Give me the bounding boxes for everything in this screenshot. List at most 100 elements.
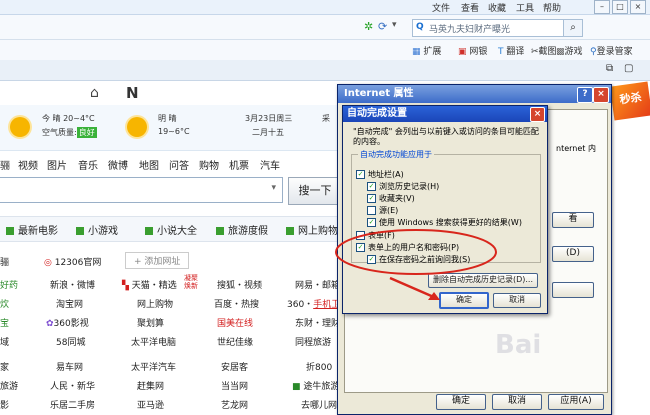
promo-badge[interactable]: 凝聚焕新 xyxy=(184,274,204,290)
site-link[interactable]: 聚划算 xyxy=(137,316,164,329)
ok-button[interactable]: 确定 xyxy=(436,394,486,410)
site-link[interactable]: 旅游 xyxy=(0,379,18,392)
toolbar-translate[interactable]: T 翻译 xyxy=(498,44,524,57)
site-link[interactable]: 去哪儿网 xyxy=(301,398,337,411)
nav-link[interactable]: 购物 xyxy=(199,157,219,172)
highlight-ellipse xyxy=(335,229,497,275)
dropdown-icon[interactable]: ▾ xyxy=(392,20,397,30)
n-icon[interactable]: N xyxy=(126,84,139,102)
menu-tools[interactable]: 工具 xyxy=(516,1,534,14)
side-label: nternet 内 xyxy=(556,144,596,153)
site-link[interactable]: 搜狐・视频 xyxy=(217,278,262,291)
close-icon[interactable]: × xyxy=(593,87,609,103)
site-link[interactable]: 域 xyxy=(0,335,9,348)
search-input[interactable]: Q 马英九夫妇财产曝光 xyxy=(412,19,564,37)
site-link[interactable]: 国美在线 xyxy=(217,316,253,329)
flower-icon: ✿ xyxy=(46,319,54,329)
site-link[interactable]: 影 xyxy=(0,398,9,411)
site-link[interactable]: 同程旅游 xyxy=(295,335,331,348)
cart-icon xyxy=(286,227,294,235)
site-link[interactable]: 当当网 xyxy=(221,379,248,392)
minimize-icon[interactable]: – xyxy=(594,0,610,14)
tuniu-icon: ■ xyxy=(292,382,301,392)
main-search-button[interactable]: 搜一下 xyxy=(288,177,342,205)
apply-button[interactable]: 应用(A) xyxy=(548,394,604,410)
menu-file[interactable]: 文件 xyxy=(432,1,450,14)
close-icon[interactable]: × xyxy=(530,107,545,122)
checkbox-address-bar[interactable]: ✓ 地址栏(A) xyxy=(356,169,404,180)
add-site-button[interactable]: + 添加网址 xyxy=(125,252,190,269)
toolbar-screenshot[interactable]: ✂截图 xyxy=(531,44,557,57)
home-icon[interactable]: ⌂ xyxy=(90,85,99,101)
annotation-arrow-shaft xyxy=(389,276,437,300)
site-link[interactable]: 好药 xyxy=(0,278,18,291)
site-link[interactable]: 安居客 xyxy=(221,360,248,373)
menu-help[interactable]: 帮助 xyxy=(543,1,561,14)
nav-link[interactable]: 地图 xyxy=(139,157,159,172)
nav-link[interactable]: 音乐 xyxy=(78,157,98,172)
site-link[interactable]: 太平洋汽车 xyxy=(131,360,176,373)
toolbar-bank[interactable]: ▣ 网银 xyxy=(458,44,487,57)
maximize-icon[interactable]: □ xyxy=(612,0,628,14)
close-icon[interactable]: × xyxy=(630,0,646,14)
side-button[interactable] xyxy=(552,282,594,298)
tabs-icon[interactable]: ▢ xyxy=(624,63,633,74)
side-button-view[interactable]: 看 xyxy=(552,212,594,228)
site-link[interactable]: 人民・新华 xyxy=(50,379,95,392)
toolbar-extensions[interactable]: ▦ 扩展 xyxy=(412,44,441,57)
nav-link[interactable]: 骊 xyxy=(0,157,10,172)
site-link[interactable]: 赶集网 xyxy=(137,379,164,392)
site-link[interactable]: 家 xyxy=(0,360,9,373)
help-icon[interactable]: ? xyxy=(577,87,593,103)
nav-link[interactable]: 微博 xyxy=(108,157,128,172)
site-link[interactable]: 炊 xyxy=(0,297,9,310)
category-novels[interactable]: 小说大全 xyxy=(145,222,197,237)
category-travel[interactable]: 旅游度假 xyxy=(216,222,268,237)
site-link-12306[interactable]: ◎ 12306官网 xyxy=(44,255,101,268)
site-link-tmall[interactable]: ▚ 天猫・精选 xyxy=(122,278,177,291)
nav-link[interactable]: 图片 xyxy=(47,157,67,172)
date-line2: 二月十五 xyxy=(252,128,284,137)
promo-corner-badge[interactable]: 秒杀 xyxy=(609,81,650,121)
site-link[interactable]: 世纪佳缘 xyxy=(217,335,253,348)
nav-link[interactable]: 问答 xyxy=(169,157,189,172)
chevron-down-icon[interactable]: ▾ xyxy=(271,183,276,193)
site-link[interactable]: 太平洋电脑 xyxy=(131,335,176,348)
side-button-d[interactable]: (D) xyxy=(552,246,594,262)
site-link[interactable]: 新浪・微博 xyxy=(50,278,95,291)
checkbox-mark[interactable]: ✓ xyxy=(356,170,365,179)
restore-icon[interactable]: ⧉ xyxy=(606,63,613,74)
search-go-button[interactable]: ⌕ xyxy=(563,19,583,37)
site-link[interactable]: 折800 xyxy=(306,360,332,373)
checkbox-mark[interactable]: ✓ xyxy=(367,194,376,203)
nav-link[interactable]: 汽车 xyxy=(260,157,280,172)
site-link[interactable]: 58同城 xyxy=(56,335,85,348)
site-link[interactable]: 乐居二手房 xyxy=(50,398,95,411)
menu-favorites[interactable]: 收藏 xyxy=(488,1,506,14)
site-link[interactable]: 亚马逊 xyxy=(137,398,164,411)
category-games[interactable]: 小游戏 xyxy=(76,222,118,237)
site-link[interactable]: 骊 xyxy=(0,255,9,268)
site-link[interactable]: 网上购物 xyxy=(137,297,173,310)
site-link[interactable]: 艺龙网 xyxy=(221,398,248,411)
menu-view[interactable]: 查看 xyxy=(461,1,479,14)
nav-link[interactable]: 视频 xyxy=(18,157,38,172)
site-link[interactable]: 易车网 xyxy=(56,360,83,373)
site-link[interactable]: 淘宝网 xyxy=(56,297,83,310)
checkbox-mark[interactable]: ✓ xyxy=(367,182,376,191)
refresh-icon[interactable]: ⟳ xyxy=(378,20,387,33)
site-link[interactable]: 百度・热搜 xyxy=(214,297,259,310)
checkbox-mark[interactable] xyxy=(367,206,376,215)
toolbar-games[interactable]: ▩游戏 xyxy=(556,44,583,57)
site-link[interactable]: 宝 xyxy=(0,316,9,329)
toolbar-login-manager[interactable]: ⚲登录管家 xyxy=(590,44,633,57)
site-link-tuniu[interactable]: ■ 途牛旅游 xyxy=(292,379,339,392)
main-search-input[interactable]: ▾ xyxy=(0,177,283,203)
nav-link[interactable]: 机票 xyxy=(229,157,249,172)
cancel-button[interactable]: 取消 xyxy=(492,394,542,410)
checkbox-browsing-history[interactable]: ✓ 浏览历史记录(H) xyxy=(367,181,439,192)
category-movies[interactable]: 最新电影 xyxy=(6,222,58,237)
site-link-360[interactable]: ✿360影视 xyxy=(46,316,89,329)
checkbox-feeds[interactable]: 源(E) xyxy=(367,205,398,216)
checkbox-favorites[interactable]: ✓ 收藏夹(V) xyxy=(367,193,415,204)
